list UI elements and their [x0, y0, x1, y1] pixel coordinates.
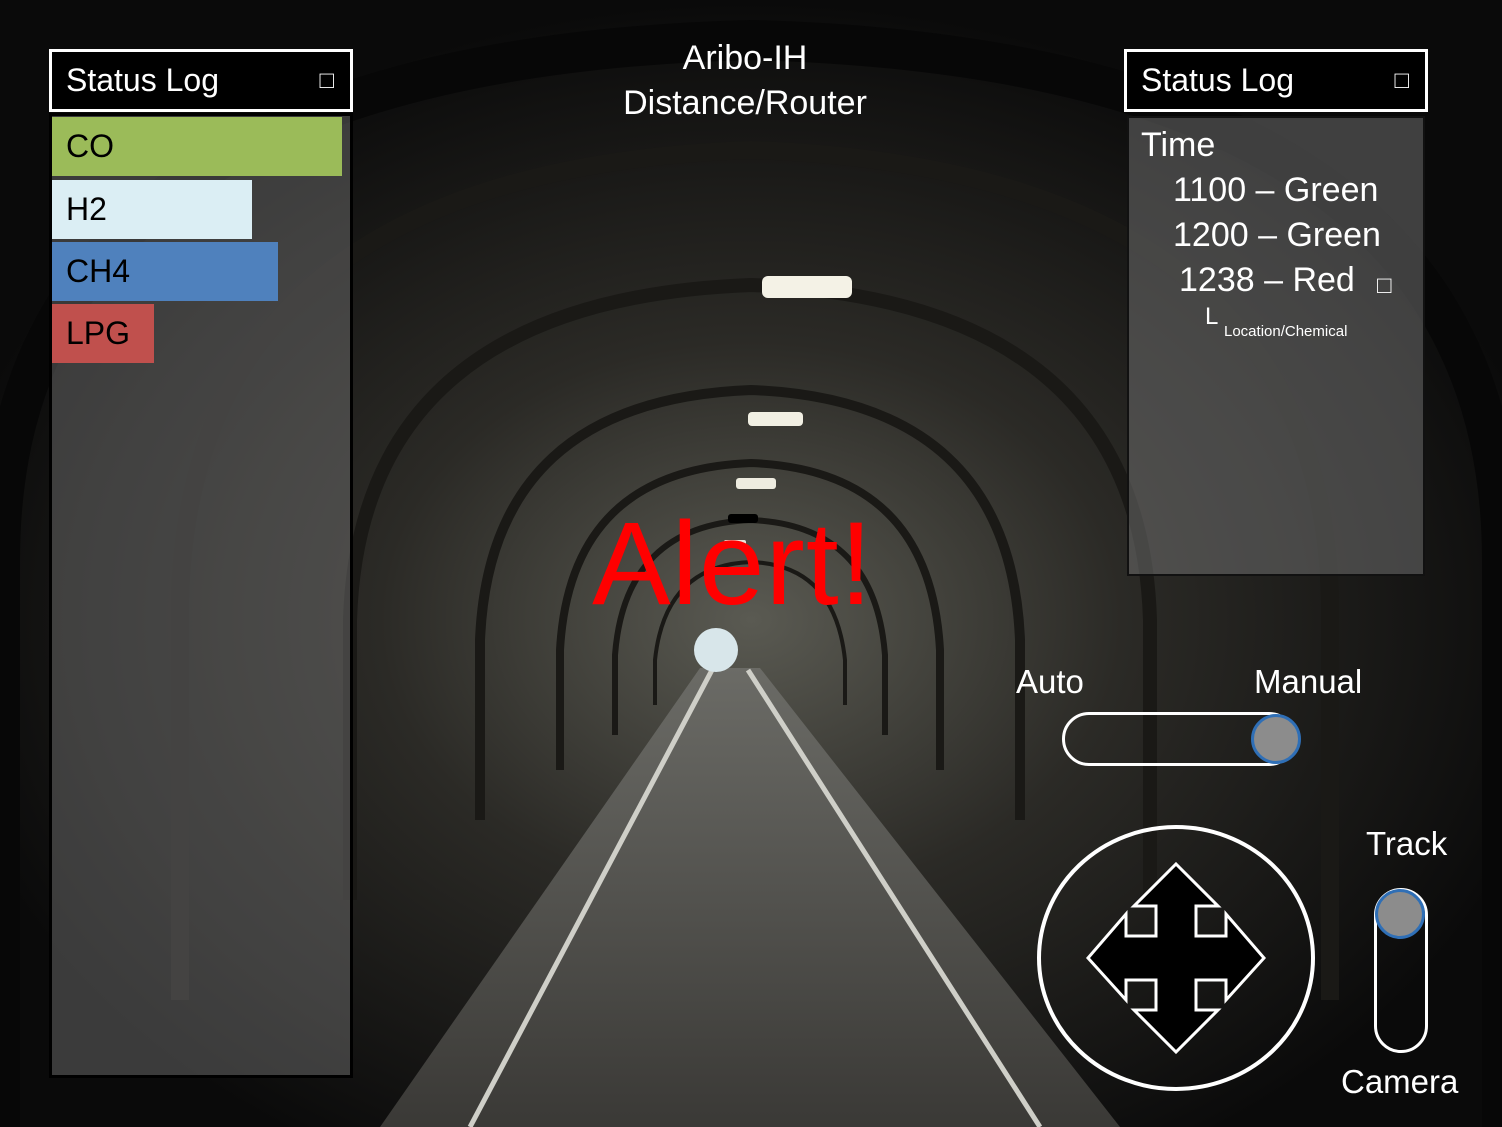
gas-bar-co[interactable]: CO: [52, 117, 342, 176]
gas-bar-lpg[interactable]: LPG: [52, 304, 154, 363]
four-way-arrow-icon[interactable]: [1036, 824, 1316, 1092]
right-status-log-title: Status Log: [1141, 62, 1294, 98]
log-time-heading: Time: [1141, 126, 1216, 164]
mode-toggle-auto-label: Auto: [1016, 663, 1084, 700]
gas-label-ch4: CH4: [66, 253, 131, 289]
log-entry-detail: Location/Chemical: [1224, 323, 1348, 340]
right-status-log-panel: Time 1100 – Green 1200 – Green 1238 – Re…: [1127, 116, 1425, 576]
log-entry[interactable]: 1200 – Green: [1173, 216, 1381, 255]
view-toggle-track-label: Track: [1366, 825, 1448, 862]
right-status-log-header: Status Log □: [1124, 49, 1428, 112]
left-status-log-checkbox[interactable]: □: [320, 68, 335, 93]
app-title-line1: Aribo-IH: [682, 39, 808, 77]
view-toggle-knob[interactable]: [1375, 889, 1425, 939]
gas-bar-h2[interactable]: H2: [52, 180, 252, 239]
gas-label-lpg: LPG: [66, 315, 131, 351]
app-title-line2: Distance/Router: [623, 84, 867, 122]
view-toggle-camera-label: Camera: [1341, 1063, 1459, 1100]
log-entry-alert-checkbox[interactable]: □: [1377, 274, 1392, 298]
gas-label-co: CO: [66, 128, 114, 164]
mode-toggle-knob[interactable]: [1251, 714, 1301, 764]
alert-banner: Alert!: [592, 498, 874, 630]
mode-toggle-manual-label: Manual: [1254, 663, 1363, 700]
log-entry[interactable]: 1100 – Green: [1173, 171, 1378, 210]
direction-pad[interactable]: [1036, 824, 1316, 1092]
gas-label-h2: H2: [66, 191, 107, 227]
gas-bar-ch4[interactable]: CH4: [52, 242, 278, 301]
left-status-log-panel: CO H2 CH4 LPG: [49, 113, 353, 1078]
right-status-log-checkbox[interactable]: □: [1395, 68, 1410, 93]
left-status-log-title: Status Log: [66, 62, 219, 98]
tree-branch-icon: L: [1205, 303, 1219, 330]
log-entry-alert[interactable]: 1238 – Red: [1179, 261, 1355, 300]
left-status-log-header: Status Log □: [49, 49, 353, 112]
app-title: Aribo-IH Distance/Router: [600, 36, 890, 126]
